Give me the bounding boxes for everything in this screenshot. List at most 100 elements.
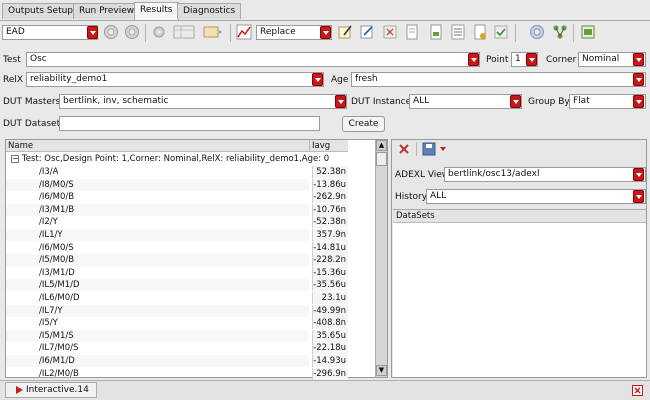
row-name: /I3/A (39, 167, 59, 177)
test-combo[interactable]: Osc (26, 52, 480, 67)
tab-outputs-setup[interactable]: Outputs Setup (2, 3, 80, 19)
play-icon (16, 386, 23, 394)
table-view-icon[interactable] (172, 23, 196, 41)
spreadsheet-icon[interactable] (579, 23, 597, 41)
plot-icon[interactable] (235, 23, 253, 41)
row-name: /I3/M1/B (6, 203, 309, 216)
annotate-icon[interactable] (336, 23, 354, 41)
tab-results[interactable]: Results (134, 2, 179, 20)
table-row[interactable]: /I8/M0/S -13.86u (6, 178, 348, 191)
adexl-view-combo[interactable]: bertlink/osc13/adexl (444, 167, 646, 182)
table-row[interactable]: /IL2/M0/B -296.9n (6, 367, 348, 380)
scroll-down-icon[interactable]: ▼ (376, 365, 387, 376)
adexl-view-dropdown-icon[interactable] (633, 168, 644, 181)
point-label: Point (486, 55, 509, 65)
stop-circle-icon[interactable] (102, 23, 120, 41)
window-tab[interactable]: Interactive.14 (5, 382, 97, 398)
row-iavg: 35.65u (312, 329, 348, 342)
delete-icon[interactable] (397, 142, 411, 156)
row-name: /IL2/M0/B (39, 368, 79, 379)
relx-dropdown-icon[interactable] (312, 73, 323, 86)
settings-icon[interactable] (150, 23, 168, 41)
group-by-dropdown-icon[interactable] (633, 95, 644, 108)
toolbar-separator (573, 24, 574, 42)
table-row[interactable]: /I5/M0/B -228.2n (6, 254, 348, 267)
relx-combo[interactable]: reliability_demo1 (26, 72, 324, 87)
history-dropdown-icon[interactable] (633, 190, 644, 203)
point-dropdown-icon[interactable] (526, 53, 537, 66)
window-tab-label: Interactive.14 (26, 385, 89, 395)
edit-icon[interactable] (358, 23, 376, 41)
relx-label: RelX (3, 75, 24, 85)
table-row[interactable]: /I5/Y -408.8n (6, 317, 348, 330)
dut-masters-dropdown-icon[interactable] (335, 95, 346, 108)
table-row[interactable]: /I3/M1/D -15.36u (6, 266, 348, 279)
row-name: /I3/M1/D (39, 267, 75, 278)
network-icon[interactable] (551, 23, 569, 41)
history-combo[interactable]: ALL (426, 189, 646, 204)
table-row[interactable]: /I3/M1/B -10.76n (6, 203, 348, 216)
table-row[interactable]: /IL6/M0/D 23.1u (6, 292, 348, 304)
report-icon[interactable] (471, 23, 489, 41)
row-iavg: -13.86u (312, 178, 348, 191)
export-icon[interactable] (427, 23, 445, 41)
row-name: /IL5/M1/D (6, 279, 309, 292)
group-row[interactable]: − Test: Osc,Design Point: 1,Corner: Nomi… (6, 153, 348, 165)
dut-masters-combo[interactable]: bertlink, inv, schematic (59, 94, 347, 109)
corner-dropdown-icon[interactable] (633, 53, 644, 66)
test-dropdown-icon[interactable] (468, 53, 479, 66)
message-icon[interactable] (201, 23, 225, 41)
datasets-list[interactable] (393, 209, 646, 377)
adexl-view-label: ADEXL View (395, 170, 450, 180)
table-row[interactable]: /I2/Y -52.38n (6, 216, 348, 229)
run-circle-icon[interactable] (123, 23, 141, 41)
target-icon[interactable] (528, 23, 546, 41)
table-scrollbar[interactable] (375, 140, 387, 377)
table-row[interactable]: /IL7/M0/S -22.18u (6, 342, 348, 355)
table-row[interactable]: /I6/M0/B -262.9n (6, 191, 348, 204)
row-name: /IL6/M0/D (39, 293, 80, 303)
age-label: Age (331, 75, 349, 85)
create-button[interactable]: Create (342, 116, 385, 132)
view-combo-dropdown-icon[interactable] (87, 26, 98, 39)
delete-table-icon[interactable] (381, 23, 399, 41)
dut-dataset-input[interactable] (59, 116, 320, 131)
dut-instance-dropdown-icon[interactable] (510, 95, 521, 108)
save-icon[interactable] (422, 142, 436, 156)
column-header-iavg[interactable]: Iavg (309, 140, 348, 152)
row-name: /I6/M0/S (39, 242, 74, 253)
check-icon[interactable] (492, 23, 510, 41)
age-dropdown-icon[interactable] (633, 73, 644, 86)
tab-diagnostics[interactable]: Diagnostics (177, 3, 242, 19)
view-combo[interactable]: EAD (2, 25, 98, 40)
table-row[interactable]: /IL5/M1/D -35.56u (6, 279, 348, 292)
table-row[interactable]: /I6/M0/S -14.81u (6, 241, 348, 254)
age-combo[interactable]: fresh (351, 72, 646, 87)
row-iavg: 357.9n (312, 229, 348, 241)
row-name: /I5/M0/B (6, 254, 309, 267)
collapse-icon[interactable]: − (11, 155, 19, 163)
group-by-label: Group By (528, 97, 570, 107)
save-dropdown-icon[interactable] (438, 145, 448, 153)
scroll-thumb[interactable] (376, 152, 387, 166)
table-row[interactable]: /I3/A 52.38n (6, 166, 348, 178)
table-row[interactable]: /IL1/Y 357.9n (6, 229, 348, 241)
dut-instance-combo[interactable]: ALL (409, 94, 522, 109)
row-name: /I5/Y (39, 318, 58, 329)
scroll-up-icon[interactable]: ▲ (376, 140, 387, 151)
row-iavg: -10.76n (312, 203, 348, 216)
document-icon[interactable] (403, 23, 421, 41)
table-row[interactable]: /IL7/Y -49.99n (6, 304, 348, 317)
close-icon[interactable] (632, 385, 643, 396)
table-row[interactable]: /I5/M1/S 35.65u (6, 329, 348, 342)
tab-run-preview[interactable]: Run Preview (73, 3, 141, 19)
list-icon[interactable] (449, 23, 467, 41)
plot-mode-dropdown-icon[interactable] (320, 26, 331, 39)
column-header-name[interactable]: Name (6, 140, 309, 152)
row-name: /I6/M1/D (6, 355, 309, 367)
row-iavg: -52.38n (312, 216, 348, 229)
dut-instance-label: DUT Instance (351, 97, 412, 107)
table-row[interactable]: /I6/M1/D -14.93u (6, 355, 348, 367)
row-iavg: -262.9n (312, 191, 348, 204)
row-name: /I8/M0/S (6, 178, 309, 191)
